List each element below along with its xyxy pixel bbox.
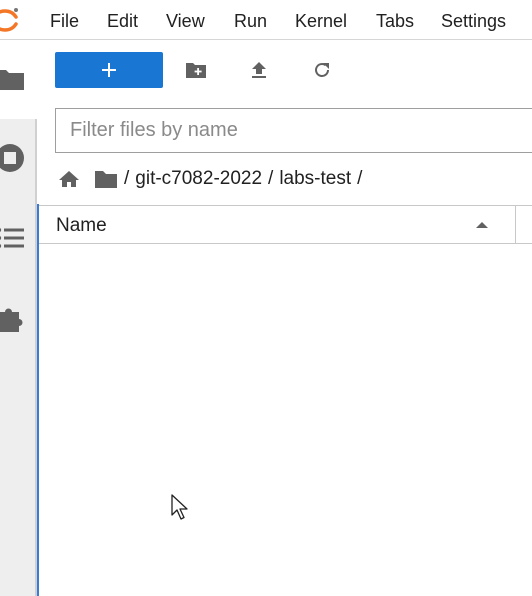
menu-kernel[interactable]: Kernel bbox=[295, 10, 347, 32]
folder-crumb-icon[interactable] bbox=[94, 169, 118, 189]
name-column-header[interactable]: Name bbox=[56, 215, 107, 237]
sort-ascending-icon[interactable] bbox=[475, 220, 489, 230]
refresh-button[interactable] bbox=[308, 56, 336, 84]
breadcrumb-segment-folder[interactable]: labs-test bbox=[279, 168, 351, 190]
menu-file[interactable]: File bbox=[50, 10, 79, 32]
home-icon[interactable] bbox=[58, 169, 80, 189]
menu-bar: File Edit View Run Kernel Tabs Settings bbox=[0, 0, 532, 40]
new-launcher-button[interactable] bbox=[55, 52, 163, 88]
menu-run[interactable]: Run bbox=[234, 10, 267, 32]
filter-files-input[interactable] bbox=[55, 108, 532, 153]
menu-tabs[interactable]: Tabs bbox=[376, 10, 414, 32]
breadcrumb-separator: / bbox=[268, 168, 274, 189]
breadcrumb-separator: / bbox=[124, 168, 130, 189]
file-list bbox=[39, 245, 532, 596]
rail-background bbox=[0, 119, 37, 596]
new-folder-icon bbox=[186, 63, 206, 78]
column-resize-handle[interactable] bbox=[515, 206, 516, 244]
extension-icon[interactable] bbox=[0, 302, 26, 334]
jupyter-logo bbox=[0, 8, 18, 32]
menu-edit[interactable]: Edit bbox=[107, 10, 138, 32]
breadcrumb-trailing-separator: / bbox=[357, 168, 363, 189]
folder-icon[interactable] bbox=[0, 62, 26, 94]
file-list-header: Name bbox=[39, 205, 532, 244]
activity-rail bbox=[0, 41, 37, 596]
mouse-cursor-icon bbox=[171, 494, 188, 520]
running-icon[interactable] bbox=[0, 142, 26, 174]
toc-icon[interactable] bbox=[0, 222, 26, 254]
plus-icon bbox=[102, 63, 116, 77]
upload-button[interactable] bbox=[245, 56, 273, 84]
breadcrumb: / git-c7082-2022 / labs-test / bbox=[58, 166, 368, 192]
menu-settings[interactable]: Settings bbox=[441, 10, 506, 32]
breadcrumb-segment-repo[interactable]: git-c7082-2022 bbox=[135, 168, 262, 190]
refresh-icon bbox=[315, 63, 329, 77]
menu-view[interactable]: View bbox=[166, 10, 205, 32]
new-folder-button[interactable] bbox=[182, 56, 210, 84]
upload-icon bbox=[252, 62, 266, 78]
